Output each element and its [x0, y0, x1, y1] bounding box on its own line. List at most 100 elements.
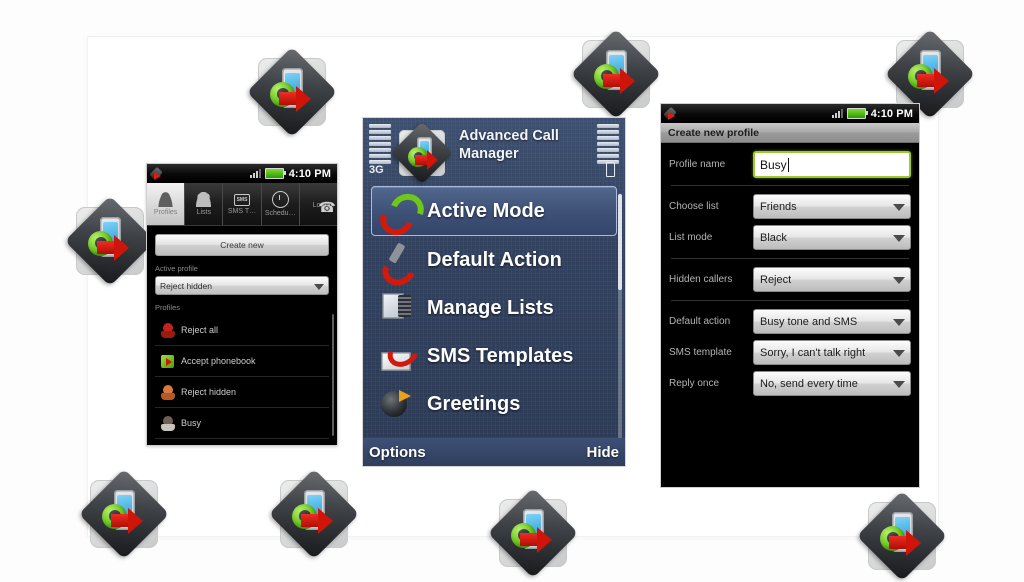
- list-mode-select[interactable]: Black: [753, 225, 911, 250]
- menu-item-sms-templates[interactable]: SMS Templates: [371, 332, 617, 380]
- swirl-arrows-icon: [379, 194, 415, 228]
- create-new-button[interactable]: Create new: [155, 234, 329, 256]
- field-reply-once: Reply once No, send every time: [669, 368, 911, 399]
- sms-envelope-icon: [379, 339, 415, 373]
- left-tab-bar: Profiles Lists SMS SMS T… Schedu… ☎ Log: [147, 183, 337, 226]
- reply-once-select[interactable]: No, send every time: [753, 371, 911, 396]
- softkey-options[interactable]: Options: [369, 444, 426, 461]
- right-status-bar: 4:10 PM: [661, 104, 919, 123]
- left-status-bar: 4:10 PM: [147, 164, 337, 183]
- middle-scrollbar[interactable]: [618, 194, 622, 446]
- left-phone-body: Create new Active profile Reject hidden …: [147, 226, 337, 439]
- status-clock: 4:10 PM: [288, 167, 331, 180]
- field-profile-name: Profile name Busy: [669, 149, 911, 180]
- app-logo-icon: [570, 28, 662, 120]
- reject-hidden-icon: [161, 384, 175, 400]
- app-logo-icon: [64, 195, 156, 287]
- person-icon: [158, 192, 174, 207]
- field-hidden-callers: Hidden callers Reject: [669, 264, 911, 295]
- chevron-down-icon: [314, 283, 324, 290]
- battery-icon: [846, 108, 868, 119]
- field-label: Profile name: [669, 159, 726, 170]
- profile-name: Reject hidden: [181, 387, 237, 397]
- busy-icon: [161, 415, 175, 431]
- sms-template-select[interactable]: Sorry, I can't talk right: [753, 340, 911, 365]
- tab-profiles[interactable]: Profiles: [147, 183, 186, 225]
- field-label: SMS template: [669, 347, 732, 358]
- choose-list-select[interactable]: Friends: [753, 194, 911, 219]
- screenshot-stage: 4:10 PM Profiles Lists SMS SMS T… Schedu…: [0, 0, 1024, 582]
- left-scrollbar[interactable]: [332, 314, 334, 436]
- softkey-bar: Options Hide: [363, 438, 625, 466]
- symbian-menu: Active Mode Default Action Manage Lists …: [363, 186, 625, 428]
- sms-icon: SMS: [234, 193, 250, 206]
- list-mode-value: Black: [760, 231, 787, 244]
- chevron-down-icon: [893, 276, 905, 284]
- lists-icon: [379, 291, 415, 325]
- signal-bars-icon: [249, 169, 261, 178]
- tab-scheduler[interactable]: Schedu…: [261, 183, 300, 225]
- phonebook-icon: [161, 354, 175, 369]
- field-list-mode: List mode Black: [669, 222, 911, 253]
- menu-item-greetings[interactable]: Greetings: [371, 380, 617, 428]
- chevron-down-icon: [893, 349, 905, 357]
- field-label: Reply once: [669, 378, 720, 389]
- battery-icon: [606, 162, 615, 177]
- active-profile-dropdown[interactable]: Reject hidden: [155, 276, 329, 295]
- menu-item-label: Greetings: [427, 392, 521, 415]
- list-item[interactable]: Busy: [155, 408, 329, 439]
- network-indicator: 3G: [369, 164, 384, 176]
- right-phone-screen: 4:10 PM Create new profile Profile name …: [660, 103, 920, 488]
- app-logo-icon: [487, 487, 579, 579]
- list-item[interactable]: Reject all: [155, 315, 329, 346]
- tab-label: SMS T…: [227, 207, 257, 215]
- list-item[interactable]: Accept phonebook: [155, 346, 329, 377]
- chevron-down-icon: [893, 203, 905, 211]
- create-profile-form: Profile name Busy Choose list Friends Li…: [661, 143, 919, 399]
- divider: [671, 185, 909, 186]
- divider: [671, 258, 909, 259]
- sms-template-value: Sorry, I can't talk right: [760, 346, 866, 359]
- menu-item-label: Active Mode: [427, 199, 545, 222]
- profile-name: Reject all: [181, 325, 219, 335]
- hidden-callers-value: Reject: [760, 273, 792, 286]
- status-clock: 4:10 PM: [870, 107, 913, 120]
- tab-label: Schedu…: [264, 210, 296, 217]
- tab-sms-templates[interactable]: SMS SMS T…: [223, 183, 262, 225]
- app-logo-icon: [151, 167, 163, 180]
- divider: [671, 300, 909, 301]
- hidden-callers-select[interactable]: Reject: [753, 267, 911, 292]
- profile-name-input[interactable]: Busy: [753, 151, 911, 178]
- default-action-value: Busy tone and SMS: [760, 315, 858, 328]
- field-sms-template: SMS template Sorry, I can't talk right: [669, 337, 911, 368]
- page-title: Create new profile: [661, 123, 919, 143]
- signal-bars-icon: [369, 124, 391, 164]
- profile-name: Accept phonebook: [181, 356, 256, 366]
- menu-item-label: Manage Lists: [427, 296, 554, 319]
- reject-all-icon: [161, 322, 175, 338]
- megaphone-icon: [379, 387, 415, 421]
- profile-name: Busy: [181, 418, 202, 428]
- field-choose-list: Choose list Friends: [669, 191, 911, 222]
- app-logo-icon: [665, 107, 677, 120]
- app-logo-icon: [390, 121, 454, 185]
- left-phone-screen: 4:10 PM Profiles Lists SMS SMS T… Schedu…: [146, 163, 338, 446]
- tab-log[interactable]: ☎ Log: [299, 183, 337, 225]
- menu-item-manage-lists[interactable]: Manage Lists: [371, 284, 617, 332]
- menu-item-label: SMS Templates: [427, 344, 574, 367]
- wrench-arrow-icon: [379, 243, 415, 277]
- profile-name-value: Busy: [760, 157, 787, 172]
- app-logo-icon: [246, 46, 338, 138]
- choose-list-value: Friends: [760, 200, 797, 213]
- menu-item-active-mode[interactable]: Active Mode: [371, 186, 617, 236]
- softkey-hide[interactable]: Hide: [586, 444, 619, 461]
- default-action-select[interactable]: Busy tone and SMS: [753, 309, 911, 334]
- list-item[interactable]: Reject hidden: [155, 377, 329, 408]
- app-logo-icon: [268, 468, 360, 560]
- app-logo-icon: [856, 490, 948, 582]
- signal-bars-icon: [831, 109, 843, 118]
- profiles-list: Reject all Accept phonebook Reject hidde…: [155, 315, 329, 439]
- field-default-action: Default action Busy tone and SMS: [669, 306, 911, 337]
- tab-lists[interactable]: Lists: [185, 183, 224, 225]
- menu-item-default-action[interactable]: Default Action: [371, 236, 617, 284]
